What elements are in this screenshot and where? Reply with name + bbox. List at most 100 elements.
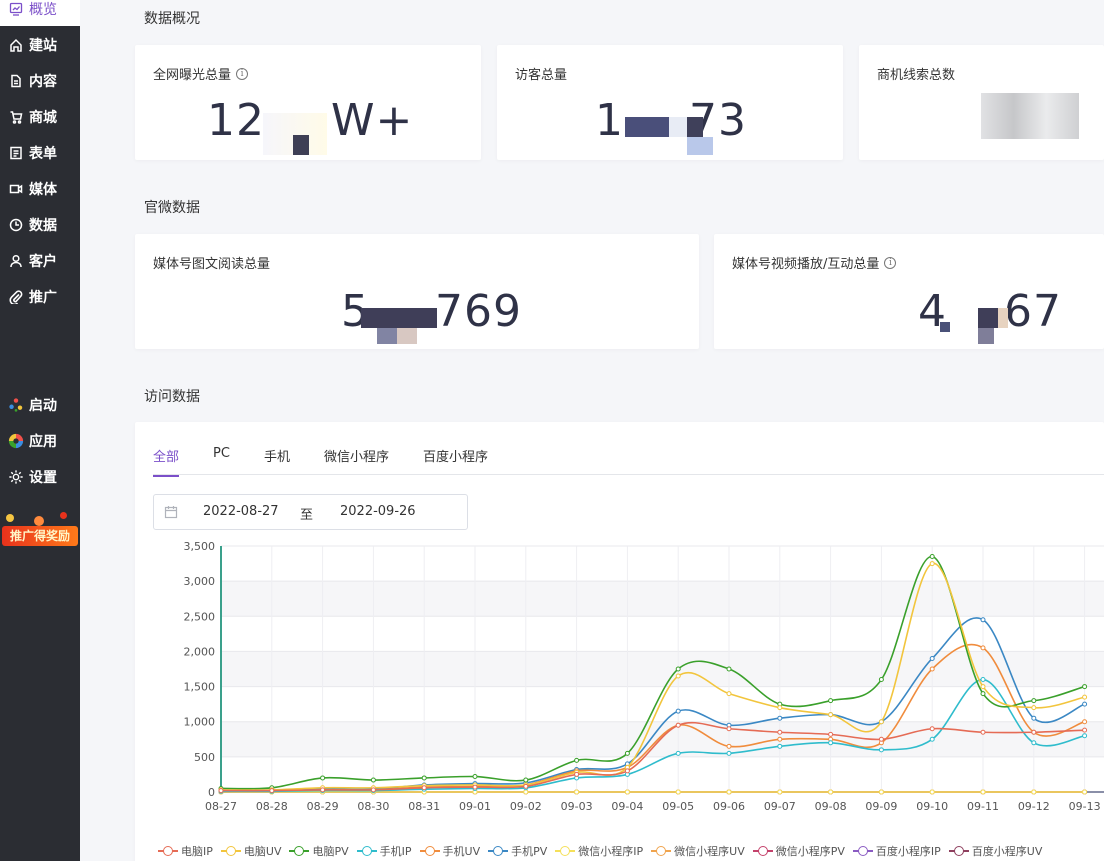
legend-label: 电脑PV — [312, 845, 349, 858]
legend-item[interactable]: 电脑IP — [158, 843, 213, 859]
visitors-card: 访客总量 1 73 — [497, 45, 843, 160]
data-point — [675, 789, 681, 795]
sidebar-item-promotion[interactable]: 推广 — [0, 280, 80, 314]
sidebar-item-launch[interactable]: 启动 — [0, 388, 80, 422]
sidebar-item-media[interactable]: 媒体 — [0, 172, 80, 206]
sidebar-item-label: 数据 — [29, 218, 57, 234]
promo-banner[interactable]: 推广得奖励 — [0, 510, 80, 556]
sidebar-item-customer[interactable]: 客户 — [0, 244, 80, 278]
sidebar-item-settings[interactable]: 设置 — [0, 460, 80, 494]
x-tick-label: 09-05 — [662, 800, 694, 813]
info-icon[interactable]: i — [884, 256, 897, 269]
sidebar-item-label: 概览 — [29, 2, 57, 18]
data-point — [777, 789, 783, 795]
data-point — [1082, 719, 1088, 725]
promo-decoration — [6, 514, 14, 522]
data-point — [929, 666, 935, 672]
data-point — [777, 705, 783, 711]
x-tick-label: 09-10 — [916, 800, 948, 813]
data-point — [726, 789, 732, 795]
video-plays-card: 媒体号视频播放/互动总量 i 4 67 — [714, 234, 1104, 349]
legend-item[interactable]: 百度小程序IP — [852, 843, 941, 859]
visits-card: 全部 PC 手机 微信小程序 百度小程序 2022-08-27 至 2022-0… — [135, 422, 1104, 861]
data-point — [929, 561, 935, 567]
document-icon — [8, 73, 24, 89]
legend-item[interactable]: 百度小程序UV — [948, 843, 1042, 859]
sidebar-item-content[interactable]: 内容 — [0, 64, 80, 98]
exposure-card: 全网曝光总量 i 12 W+ — [135, 45, 481, 160]
legend-item[interactable]: 手机IP — [356, 843, 412, 859]
sidebar: 概览 建站 内容 商城 表单 媒体 数据 客户 推广 启动 应用 设置 推广得奖… — [0, 0, 80, 861]
sidebar-item-form[interactable]: 表单 — [0, 136, 80, 170]
x-tick-label: 08-30 — [357, 800, 389, 813]
data-point — [1082, 727, 1088, 733]
apps-icon — [8, 433, 24, 449]
data-point — [929, 554, 935, 560]
legend-item[interactable]: 手机PV — [488, 843, 547, 859]
data-point — [828, 740, 834, 746]
legend-label: 电脑IP — [181, 845, 213, 858]
x-tick-label: 08-28 — [256, 800, 288, 813]
legend-item[interactable]: 微信小程序PV — [752, 843, 845, 859]
cart-icon — [8, 109, 24, 125]
mosaic-overlay — [669, 117, 687, 137]
data-point — [726, 666, 732, 672]
data-point — [320, 775, 326, 781]
info-icon[interactable]: i — [236, 67, 249, 80]
sidebar-item-label: 启动 — [29, 398, 57, 414]
data-point — [878, 747, 884, 753]
data-point — [726, 726, 732, 732]
y-tick-label: 500 — [194, 751, 215, 764]
grid-band — [221, 651, 1104, 687]
visitors-label: 访客总量 — [515, 68, 568, 83]
data-point — [878, 789, 884, 795]
legend-marker — [356, 846, 377, 856]
data-point — [574, 757, 580, 763]
sidebar-item-label: 表单 — [29, 146, 57, 162]
data-point — [675, 722, 681, 728]
legend-label: 手机IP — [379, 845, 412, 858]
data-point — [929, 736, 935, 742]
legend-item[interactable]: 微信小程序UV — [651, 843, 745, 859]
legend-item[interactable]: 手机UV — [419, 843, 480, 859]
data-point — [574, 771, 580, 777]
x-tick-label: 09-08 — [815, 800, 847, 813]
legend-marker — [220, 846, 241, 856]
legend-item[interactable]: 电脑UV — [220, 843, 281, 859]
data-point — [218, 788, 224, 794]
sidebar-item-data[interactable]: 数据 — [0, 208, 80, 242]
data-point — [1031, 698, 1037, 704]
data-point — [523, 783, 529, 789]
leads-label: 商机线索总数 — [877, 68, 956, 83]
legend-item[interactable]: 微信小程序IP — [555, 843, 643, 859]
leads-card: 商机线索总数 — [859, 45, 1104, 160]
data-point — [421, 775, 427, 781]
data-point — [574, 789, 580, 795]
promo-label: 推广得奖励 — [2, 526, 78, 546]
legend-item[interactable]: 电脑PV — [289, 843, 349, 859]
data-point — [472, 774, 478, 780]
data-point — [980, 729, 986, 735]
sidebar-item-mall[interactable]: 商城 — [0, 100, 80, 134]
legend-marker — [752, 846, 773, 856]
promo-decoration — [34, 516, 44, 526]
video-plays-label-text: 媒体号视频播放/互动总量 — [732, 257, 880, 272]
mosaic-overlay — [687, 137, 713, 155]
data-point — [1031, 729, 1037, 735]
data-point — [980, 677, 986, 683]
sidebar-item-apps[interactable]: 应用 — [0, 424, 80, 458]
gear-icon — [8, 469, 24, 485]
mosaic-overlay — [978, 308, 998, 328]
sidebar-item-build[interactable]: 建站 — [0, 28, 80, 62]
x-tick-label: 09-07 — [764, 800, 796, 813]
x-tick-label: 09-02 — [510, 800, 542, 813]
legend-marker — [488, 846, 509, 856]
sidebar-item-label: 客户 — [29, 254, 57, 270]
sidebar-item-label: 媒体 — [29, 182, 57, 198]
sidebar-item-overview[interactable]: 概览 — [0, 0, 80, 26]
legend-label: 微信小程序UV — [674, 845, 745, 858]
sidebar-item-label: 设置 — [29, 470, 57, 486]
legend-marker — [948, 846, 969, 856]
data-point — [1031, 705, 1037, 711]
legend-marker — [852, 846, 873, 856]
